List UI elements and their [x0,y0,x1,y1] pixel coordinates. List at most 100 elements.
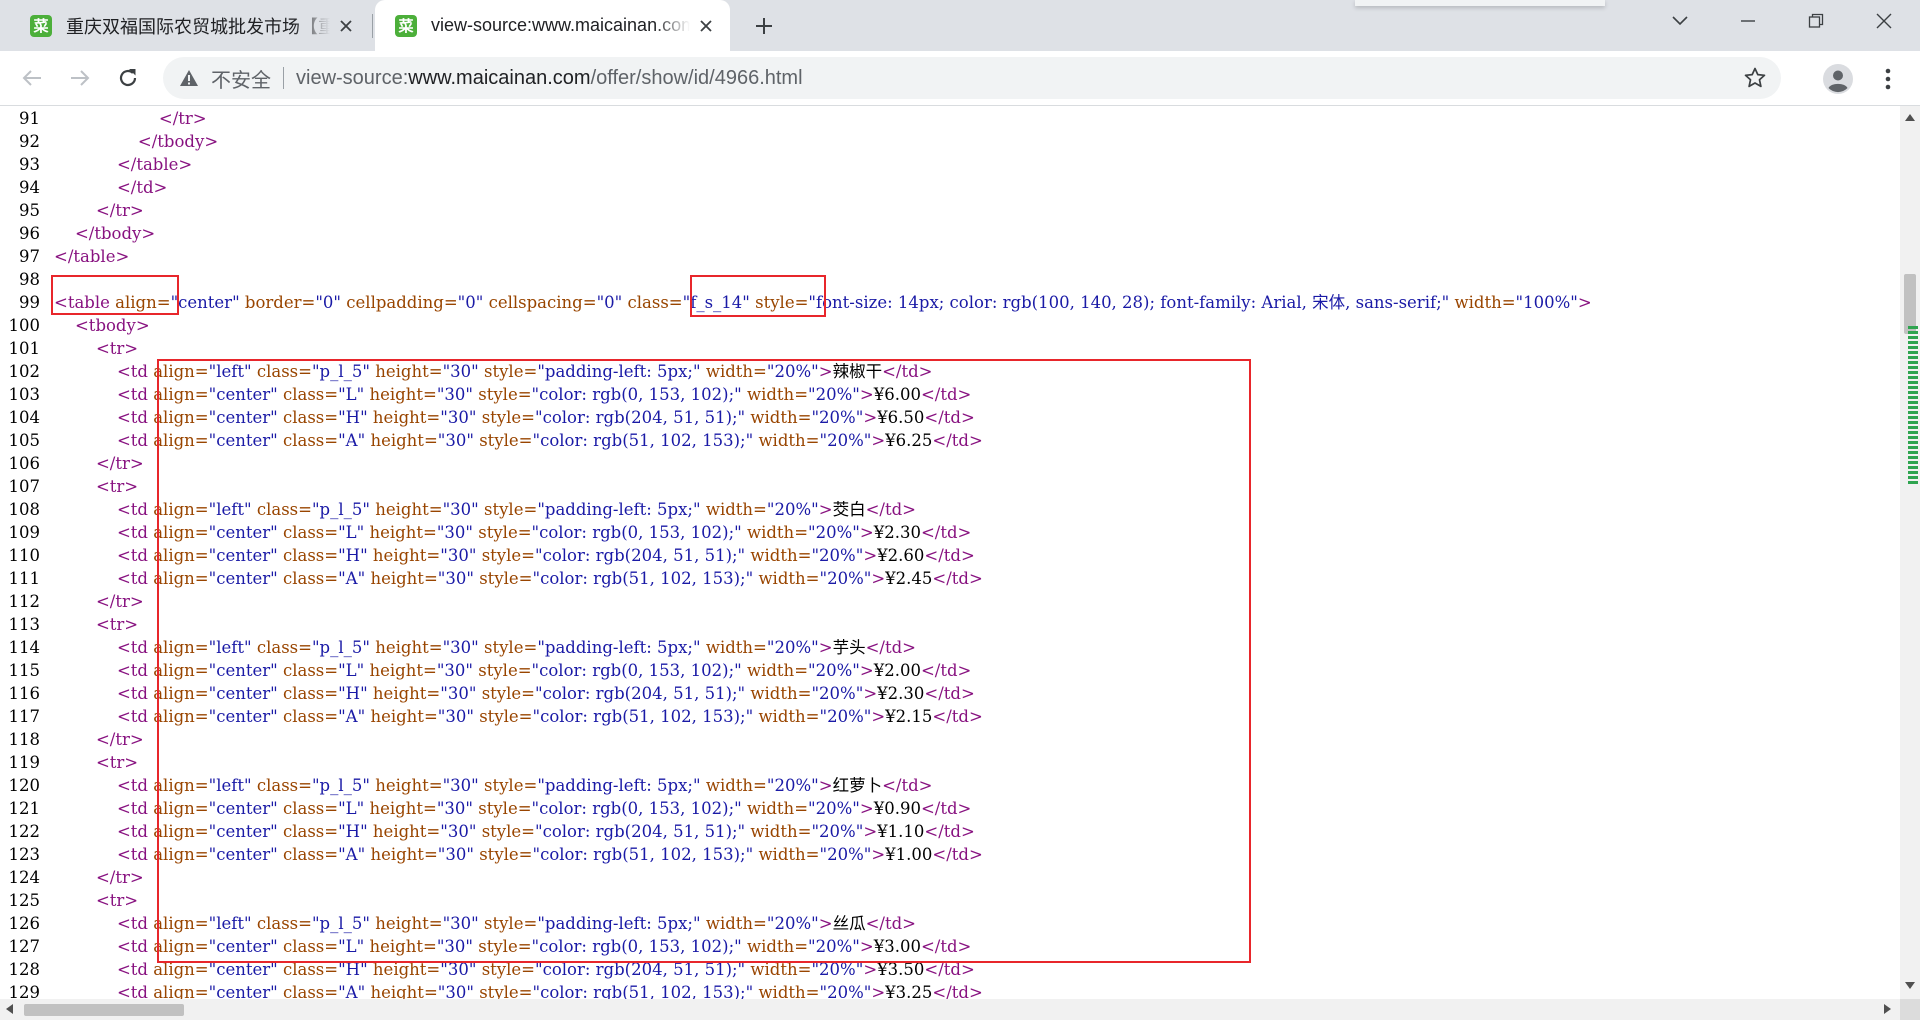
code-token-val: "center" [208,707,278,726]
code-token-attr: width= [750,408,812,427]
minimize-button[interactable] [1720,0,1776,42]
code-token-tag: > [863,684,878,703]
code-token-val: "30" [440,684,477,703]
code-token-attr: style= [479,983,533,999]
tab-market[interactable]: 菜 重庆双福国际农贸城批发市场【重 [10,0,370,51]
address-bar[interactable]: 不安全 view-source:www.maicainan.com/offer/… [163,57,1781,99]
code-token-tag: <td [116,845,154,864]
scrollbar-corner [1900,999,1920,1020]
code-token-val: "20%" [766,362,819,381]
source-line: 100 <tbody> [0,314,150,337]
security-label[interactable]: 不安全 [211,64,271,93]
code-token-tag: </td> [924,960,975,979]
forward-button[interactable] [62,60,98,96]
window-close-button[interactable] [1856,0,1912,42]
code-token-tag: </td> [932,569,983,588]
source-line: 128 <td align="center" class="H" height=… [0,958,975,981]
source-line: 110 <td align="center" class="H" height=… [0,544,975,567]
code-token-tag: <td [116,408,154,427]
new-tab-button[interactable] [748,10,780,42]
back-button[interactable] [14,60,50,96]
code-token-val: "center" [208,845,278,864]
site-favicon-icon: 菜 [395,14,417,37]
code-token-tag: </td> [116,178,168,197]
code-token-val: "30" [442,500,479,519]
code-token-attr: style= [484,914,538,933]
line-code: </tr> [54,201,144,220]
line-number: 110 [8,546,41,565]
source-line: 95 </tr> [0,199,144,222]
close-icon[interactable] [694,14,718,38]
code-token-val: "20%" [808,523,860,542]
code-token-attr: class= [282,960,339,979]
line-number: 98 [19,270,40,289]
code-token-val: "color: rgb(0, 153, 102);" [531,523,742,542]
code-token-tag: > [871,707,886,726]
code-token-val: "20%" [808,385,860,404]
code-token-attr: class= [282,845,339,864]
code-token-attr: height= [375,500,443,519]
code-token-val: "H" [338,822,368,841]
source-viewer[interactable]: 91 </tr> 92 </tbody> 93 </table> 94 </td> 95… [0,106,1900,999]
account-icon[interactable] [1822,63,1854,95]
code-token-val: "p_l_5" [311,362,370,381]
url-text[interactable]: view-source:www.maicainan.com/offer/show… [296,67,803,90]
code-token-val: "color: rgb(204, 51, 51);" [534,408,746,427]
tab-search-button[interactable] [1652,0,1708,42]
horizontal-scroll-thumb[interactable] [24,1004,184,1016]
code-token-val: "p_l_5" [311,914,370,933]
code-token-attr: align= [153,937,209,956]
code-token-tag: <td [116,799,154,818]
line-number: 107 [8,477,41,496]
code-token-tag: </td> [882,362,933,381]
code-token-attr: align= [153,960,209,979]
code-token-attr: class= [627,293,683,312]
scroll-up-icon[interactable] [1905,114,1915,121]
code-token-val: "p_l_5" [311,776,370,795]
code-token-attr: class= [282,661,339,680]
code-token-val: "center" [208,822,278,841]
code-token-val: "center" [208,569,278,588]
scroll-left-icon[interactable] [6,1004,13,1014]
restore-button[interactable] [1788,0,1844,42]
vertical-scroll-thumb[interactable] [1904,274,1916,334]
source-line: 125 <tr> [0,889,139,912]
line-number: 116 [8,684,41,703]
code-token-attr: align= [153,661,209,680]
source-line: 97 </table> [0,245,129,268]
kebab-menu-icon[interactable] [1872,63,1904,95]
line-number: 125 [8,891,41,910]
star-icon[interactable] [1743,66,1767,90]
scroll-down-icon[interactable] [1905,982,1915,989]
tab-view-source[interactable]: 菜 view-source:www.maicainan.com [375,0,730,51]
restore-icon [1808,13,1824,28]
code-token-attr: height= [369,937,437,956]
warning-triangle-icon[interactable] [179,68,199,88]
reload-button[interactable] [110,60,146,96]
line-number: 114 [8,638,41,657]
source-line: 101 <tr> [0,337,139,360]
code-token-attr: style= [481,822,535,841]
close-icon [1876,13,1892,29]
code-token-txt: ¥6.25 [885,431,933,450]
code-token-val: "color: rgb(204, 51, 51);" [534,684,746,703]
code-token-tag: </tbody> [137,132,219,151]
vertical-scrollbar[interactable] [1900,106,1920,999]
code-token-val: "20%" [766,776,819,795]
scroll-right-icon[interactable] [1884,1004,1891,1014]
code-token-attr: align= [153,569,209,588]
code-token-attr: align= [153,362,209,381]
code-token-txt: ¥3.50 [877,960,925,979]
code-token-attr: height= [372,960,441,979]
code-token-tag: </td> [865,638,916,657]
arrow-right-icon [71,70,90,86]
horizontal-scrollbar[interactable] [0,999,1900,1020]
code-token-attr: class= [256,500,312,519]
line-number: 128 [8,960,41,979]
line-number: 101 [8,339,41,358]
code-token-attr: width= [750,960,812,979]
line-code: <td align="center" class="L" height="30"… [54,937,971,956]
close-icon[interactable] [334,14,358,38]
code-token-attr: width= [746,523,809,542]
code-token-val: "30" [436,937,473,956]
